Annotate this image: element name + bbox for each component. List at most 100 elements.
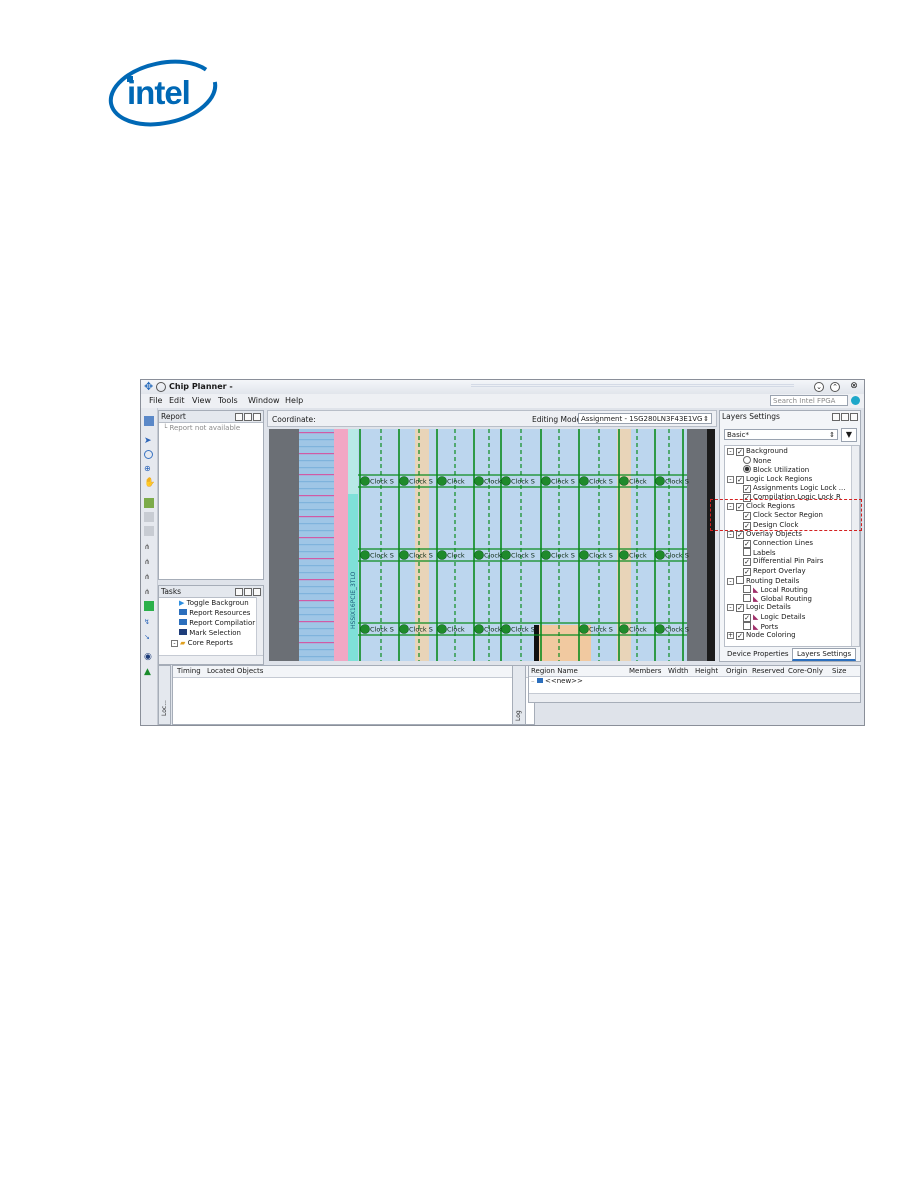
regions-hscrollbar[interactable]: [529, 693, 860, 702]
clock-region-icon[interactable]: [619, 624, 629, 634]
table-row[interactable]: – <<new>>: [531, 677, 583, 686]
preset-menu-button[interactable]: ▼: [841, 428, 857, 442]
editing-mode-select[interactable]: Assignment - 1SG280LN3F43E1VG ⇕: [578, 413, 712, 424]
fanin-icon[interactable]: ⋔: [144, 543, 154, 553]
minimize-icon[interactable]: ⌄: [814, 382, 824, 392]
clock-region-icon[interactable]: [655, 624, 665, 634]
checkbox[interactable]: [743, 548, 751, 557]
image-tool-icon[interactable]: [144, 498, 154, 508]
task-item[interactable]: Report Resources: [179, 609, 250, 618]
chip-canvas[interactable]: HSSIX16PCIE_3TLO Clock S Clock S Clock Cloc…: [269, 429, 715, 661]
menu-help[interactable]: Help: [285, 396, 303, 405]
panel-max-icon[interactable]: [244, 413, 252, 421]
menu-file[interactable]: File: [149, 396, 162, 405]
window-menu-icon[interactable]: [156, 382, 166, 392]
checkbox[interactable]: [743, 585, 751, 593]
checkbox[interactable]: [743, 621, 751, 630]
layer-item[interactable]: ✓ Differential Pin Pairs: [743, 557, 823, 567]
checkbox[interactable]: [736, 575, 744, 584]
clock-region-icon[interactable]: [437, 624, 447, 634]
clock-region-icon[interactable]: [579, 624, 589, 634]
panel-close-icon[interactable]: [253, 588, 261, 596]
checkbox[interactable]: ✓: [743, 540, 751, 548]
clock-region-icon[interactable]: [501, 624, 511, 634]
panel-float-icon[interactable]: [235, 588, 243, 596]
task-item[interactable]: ▶ Toggle Backgroun: [179, 599, 249, 608]
select-tool-icon[interactable]: ➤: [144, 436, 154, 446]
checkbox[interactable]: ✓: [736, 632, 744, 640]
clock-region-icon[interactable]: [501, 476, 511, 486]
tab-located-objects[interactable]: Located Objects: [207, 667, 263, 675]
checkbox[interactable]: ✓: [743, 484, 751, 493]
clock-region-icon[interactable]: [501, 550, 511, 560]
delay-icon[interactable]: ⋔: [144, 588, 154, 598]
expand-icon[interactable]: +: [727, 632, 734, 639]
layer-item[interactable]: ✓ ◣ Logic Details: [743, 613, 805, 622]
layer-item[interactable]: ✓ Connection Lines: [743, 539, 813, 548]
clock-region-icon[interactable]: [655, 476, 665, 486]
checkbox[interactable]: ✓: [736, 530, 744, 539]
clock-region-icon[interactable]: [619, 550, 629, 560]
clock-region-icon[interactable]: [399, 624, 409, 634]
menu-view[interactable]: View: [192, 396, 211, 405]
copy-tool-icon[interactable]: [144, 512, 154, 522]
paste-tool-icon[interactable]: [144, 526, 154, 536]
path-icon[interactable]: ⋔: [144, 573, 154, 583]
checkbox[interactable]: ✓: [743, 613, 751, 622]
expand-icon[interactable]: -: [727, 604, 734, 612]
panel-close-icon[interactable]: [253, 413, 261, 421]
clock-region-icon[interactable]: [399, 476, 409, 486]
layer-item[interactable]: + ✓ Node Coloring: [727, 631, 796, 640]
maximize-icon[interactable]: ⌃: [830, 382, 840, 392]
layer-item[interactable]: ✓ Assignments Logic Lock ...: [743, 484, 845, 493]
checkbox[interactable]: [743, 594, 751, 603]
radio-button[interactable]: [743, 465, 751, 474]
menu-window[interactable]: Window: [248, 396, 280, 405]
layer-item[interactable]: - ✓ Overlay Objects: [727, 530, 802, 539]
task-item[interactable]: - ▰ Core Reports: [171, 639, 233, 648]
clock-region-icon[interactable]: [655, 550, 665, 560]
clock-region-icon[interactable]: [619, 476, 629, 486]
layer-item[interactable]: - ✓ Logic Lock Regions: [727, 475, 812, 484]
checkbox[interactable]: ✓: [743, 567, 751, 576]
clock-region-icon[interactable]: [541, 476, 551, 486]
panel-float-icon[interactable]: [235, 413, 243, 421]
close-icon[interactable]: ⊗: [850, 382, 858, 391]
col-origin[interactable]: Origin: [726, 666, 747, 676]
clock-region-icon[interactable]: [579, 476, 589, 486]
col-width[interactable]: Width: [668, 666, 688, 676]
menu-edit[interactable]: Edit: [169, 396, 185, 405]
menu-tools[interactable]: Tools: [218, 396, 238, 405]
layer-item[interactable]: ✓ Report Overlay: [743, 567, 806, 576]
fanout-icon[interactable]: ⋔: [144, 558, 154, 568]
task-item[interactable]: Report Compilatior: [179, 619, 255, 628]
col-core-only[interactable]: Core-Only: [788, 666, 823, 676]
checkbox[interactable]: ✓: [743, 558, 751, 567]
expand-icon[interactable]: -: [727, 448, 734, 455]
trace-tool-icon[interactable]: ↘: [144, 633, 154, 643]
col-reserved[interactable]: Reserved: [752, 666, 785, 676]
layer-item[interactable]: - ✓ Logic Details: [727, 603, 791, 613]
tasks-scrollbar[interactable]: [256, 597, 263, 656]
expand-icon[interactable]: -: [727, 530, 734, 538]
tab-layers-settings[interactable]: Layers Settings: [792, 648, 857, 661]
layer-preset-select[interactable]: Basic* ⇕: [724, 429, 838, 440]
task-item[interactable]: Mark Selection: [179, 629, 241, 638]
clock-region-icon[interactable]: [474, 476, 484, 486]
clock-region-icon[interactable]: [360, 550, 370, 560]
color-tool-icon[interactable]: [144, 601, 154, 611]
expand-icon[interactable]: -: [727, 475, 734, 483]
clock-region-icon[interactable]: [579, 550, 589, 560]
zoom-area-icon[interactable]: ⊕: [144, 464, 154, 474]
intel-help-icon[interactable]: [851, 396, 860, 405]
col-region-name[interactable]: Region Name: [531, 666, 578, 676]
search-input[interactable]: Search Intel FPGA: [770, 395, 848, 406]
clock-region-icon[interactable]: [360, 476, 370, 486]
clock-region-icon[interactable]: [474, 624, 484, 634]
layers-tool-icon[interactable]: [144, 416, 154, 426]
clock-region-icon[interactable]: [541, 550, 551, 560]
zoom-tool-icon[interactable]: [144, 450, 153, 459]
col-members[interactable]: Members: [629, 666, 661, 676]
layer-item[interactable]: - ✓ Background: [727, 447, 788, 456]
checkbox[interactable]: ✓: [736, 604, 744, 613]
